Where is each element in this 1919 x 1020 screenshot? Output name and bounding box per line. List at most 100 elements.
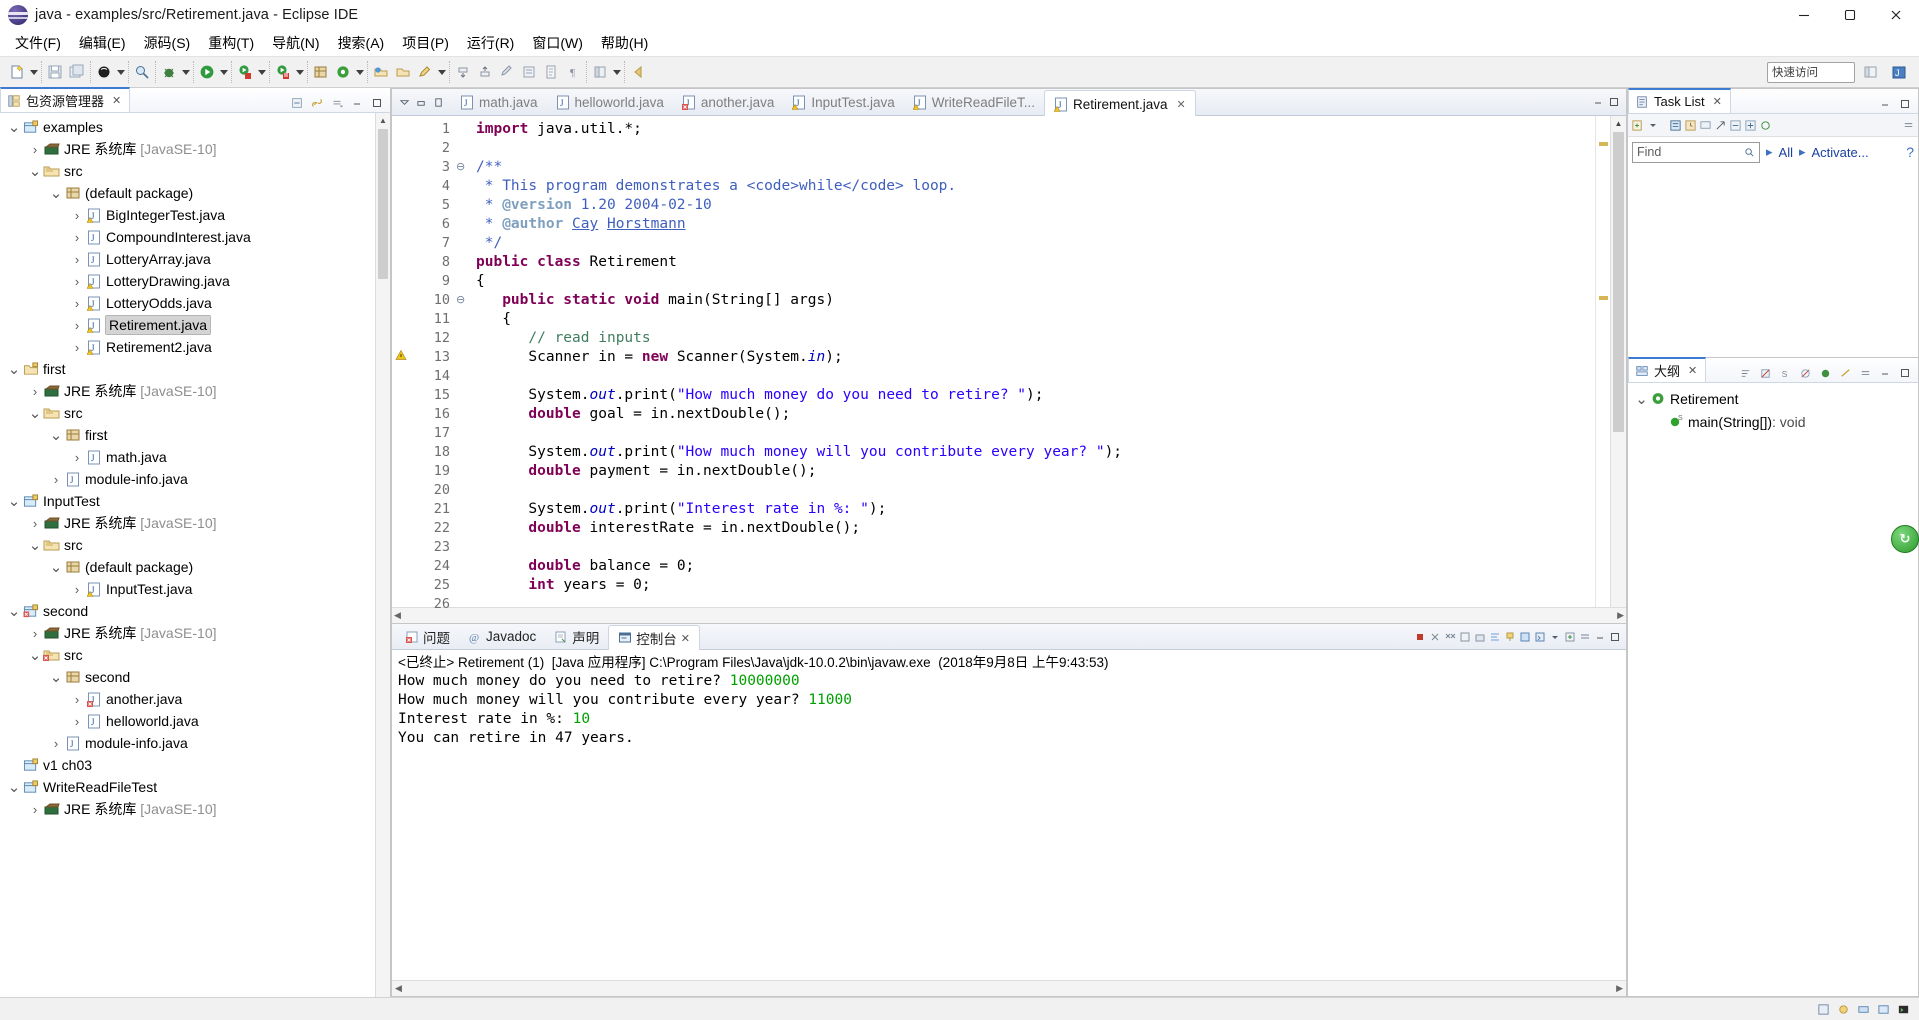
- tree-item[interactable]: › Jmodule-info.java: [0, 468, 390, 490]
- new-class-icon[interactable]: [332, 61, 354, 83]
- console-scroll-right-icon[interactable]: ▶: [1616, 983, 1623, 994]
- expanded-twisty-icon[interactable]: ⌄: [6, 603, 22, 620]
- expanded-twisty-icon[interactable]: ⌄: [6, 493, 22, 510]
- save-icon[interactable]: [44, 61, 66, 83]
- tree-item[interactable]: v1 ch03: [0, 754, 390, 776]
- tab-task-list[interactable]: Task List ✕: [1628, 88, 1731, 113]
- console-horizontal-scrollbar[interactable]: ◀ ▶: [392, 980, 1626, 996]
- fold-toggle-icon[interactable]: ⊖: [456, 158, 470, 177]
- outline-view-menu-icon[interactable]: [1856, 364, 1874, 382]
- link-with-editor-icon[interactable]: [308, 94, 326, 112]
- collapsed-twisty-icon[interactable]: ›: [27, 383, 43, 399]
- explorer-scrollbar[interactable]: ▲: [375, 113, 390, 997]
- expanded-twisty-icon[interactable]: ⌄: [27, 405, 43, 422]
- tree-item[interactable]: › JRE 系统库 [JavaSE-10]: [0, 380, 390, 402]
- tree-item[interactable]: ⌄ (default package): [0, 182, 390, 204]
- collapsed-twisty-icon[interactable]: ›: [69, 581, 85, 597]
- tree-item[interactable]: ⌄ examples: [0, 116, 390, 138]
- tree-item[interactable]: › J LotteryDrawing.java: [0, 270, 390, 292]
- clear-console-icon[interactable]: [1458, 630, 1471, 643]
- menu-edit[interactable]: 编辑(E): [70, 31, 135, 55]
- hide-static-icon[interactable]: S: [1776, 364, 1794, 382]
- java-perspective-button[interactable]: J: [1887, 61, 1911, 83]
- collapsed-twisty-icon[interactable]: ›: [69, 207, 85, 223]
- hide-fields-icon[interactable]: [1756, 364, 1774, 382]
- open-perspective-icon[interactable]: [589, 61, 611, 83]
- pin-console-icon[interactable]: [1503, 630, 1516, 643]
- collapsed-twisty-icon[interactable]: ›: [27, 141, 43, 157]
- menu-navigate[interactable]: 导航(N): [263, 31, 328, 55]
- package-explorer-tree[interactable]: ⌄ examples › JRE 系统库 [JavaSE-10] ⌄ src ⌄ (defau…: [0, 113, 390, 997]
- new-wizard-dropdown-icon[interactable]: [28, 61, 39, 83]
- paragraph-mark-icon[interactable]: ¶: [562, 61, 584, 83]
- explorer-scroll-up-icon[interactable]: ▲: [376, 113, 390, 127]
- close-button[interactable]: [1873, 0, 1919, 30]
- external-tools-dropdown-icon[interactable]: [256, 61, 267, 83]
- task-find-input[interactable]: Find: [1632, 141, 1760, 163]
- console-minimize-icon[interactable]: [1593, 630, 1606, 643]
- console-dropdown-icon[interactable]: [1548, 630, 1561, 643]
- collapsed-twisty-icon[interactable]: ›: [69, 339, 85, 355]
- menu-window[interactable]: 窗口(W): [523, 31, 592, 55]
- collapsed-twisty-icon[interactable]: ›: [48, 471, 64, 487]
- menu-source[interactable]: 源码(S): [135, 31, 200, 55]
- tree-item[interactable]: › JRE 系统库 [JavaSE-10]: [0, 512, 390, 534]
- debug-dropdown-icon[interactable]: [180, 61, 191, 83]
- collapsed-twisty-icon[interactable]: ›: [27, 625, 43, 641]
- editor-scroll-right-icon[interactable]: ▶: [1617, 610, 1624, 621]
- annotation-dropdown-icon[interactable]: [436, 61, 447, 83]
- view-menu-icon[interactable]: [328, 94, 346, 112]
- menu-file[interactable]: 文件(F): [6, 31, 70, 55]
- task-list-body[interactable]: [1628, 167, 1918, 357]
- focus-outline-icon[interactable]: [1836, 364, 1854, 382]
- outline-tree[interactable]: ⌄ Retirement Smain(String[]): void: [1628, 383, 1918, 433]
- heap-status-icon[interactable]: [1856, 1002, 1871, 1017]
- minimize-button[interactable]: [1781, 0, 1827, 30]
- tree-item[interactable]: › Jhelloworld.java: [0, 710, 390, 732]
- expanded-twisty-icon[interactable]: ⌄: [48, 185, 64, 202]
- package-explorer-close-icon[interactable]: ✕: [112, 94, 121, 107]
- outline-maximize-icon[interactable]: [1896, 364, 1914, 382]
- search-icon[interactable]: [131, 61, 153, 83]
- expanded-twisty-icon[interactable]: ⌄: [1634, 390, 1649, 408]
- tree-item[interactable]: › J InputTest.java: [0, 578, 390, 600]
- editor-tab-writereadfilet-[interactable]: J WriteReadFileT...: [904, 89, 1044, 115]
- build-icon[interactable]: [1876, 1002, 1891, 1017]
- editor-tab-helloworld-java[interactable]: Jhelloworld.java: [547, 89, 673, 115]
- link-with-editor-icon[interactable]: [1816, 364, 1834, 382]
- console-scroll-left-icon[interactable]: ◀: [395, 983, 402, 994]
- expanded-twisty-icon[interactable]: ⌄: [6, 361, 22, 378]
- expand-all-tasks-icon[interactable]: [1744, 119, 1757, 132]
- task-list-maximize-icon[interactable]: [1896, 95, 1914, 113]
- tree-item[interactable]: › J Retirement2.java: [0, 336, 390, 358]
- print-dropdown-icon[interactable]: [115, 61, 126, 83]
- tree-item[interactable]: › J LotteryOdds.java: [0, 292, 390, 314]
- external-tools-icon[interactable]: [234, 61, 256, 83]
- outline-minimize-icon[interactable]: [1876, 364, 1894, 382]
- console-tab-close-icon[interactable]: ✕: [681, 632, 690, 645]
- open-resource-icon[interactable]: [392, 61, 414, 83]
- console-output[interactable]: <已终止> Retirement (1) [Java 应用程序] C:\Prog…: [392, 650, 1626, 980]
- editor-vertical-scrollbar[interactable]: ▲: [1610, 116, 1626, 608]
- editor-overview-ruler[interactable]: [1595, 116, 1610, 608]
- tree-item[interactable]: › Jmodule-info.java: [0, 732, 390, 754]
- menu-help[interactable]: 帮助(H): [592, 31, 657, 55]
- tree-item[interactable]: ⌄ second: [0, 600, 390, 622]
- expanded-twisty-icon[interactable]: ⌄: [48, 427, 64, 444]
- editor-horizontal-scrollbar[interactable]: ◀ ▶: [392, 607, 1626, 623]
- tree-item[interactable]: ⌄ src: [0, 402, 390, 424]
- remove-launch-icon[interactable]: [1428, 630, 1441, 643]
- explorer-scroll-thumb[interactable]: [378, 129, 388, 279]
- tree-item[interactable]: ⌄ src: [0, 644, 390, 666]
- collapsed-twisty-icon[interactable]: ›: [69, 317, 85, 333]
- editor-folding-gutter[interactable]: ⊖ ⊖: [456, 116, 470, 608]
- explorer-minimize-icon[interactable]: [348, 94, 366, 112]
- display-selected-console-icon[interactable]: [1518, 630, 1531, 643]
- show-editor-list-icon[interactable]: [398, 96, 411, 109]
- expanded-twisty-icon[interactable]: ⌄: [27, 163, 43, 180]
- editor-stack-minimize-icon[interactable]: [1591, 96, 1604, 109]
- show-whitespace-icon[interactable]: [540, 61, 562, 83]
- console-tab-控制台[interactable]: 控制台 ✕: [608, 625, 701, 650]
- tree-item[interactable]: ⌄ second: [0, 666, 390, 688]
- editor-scroll-left-icon[interactable]: ◀: [394, 610, 401, 621]
